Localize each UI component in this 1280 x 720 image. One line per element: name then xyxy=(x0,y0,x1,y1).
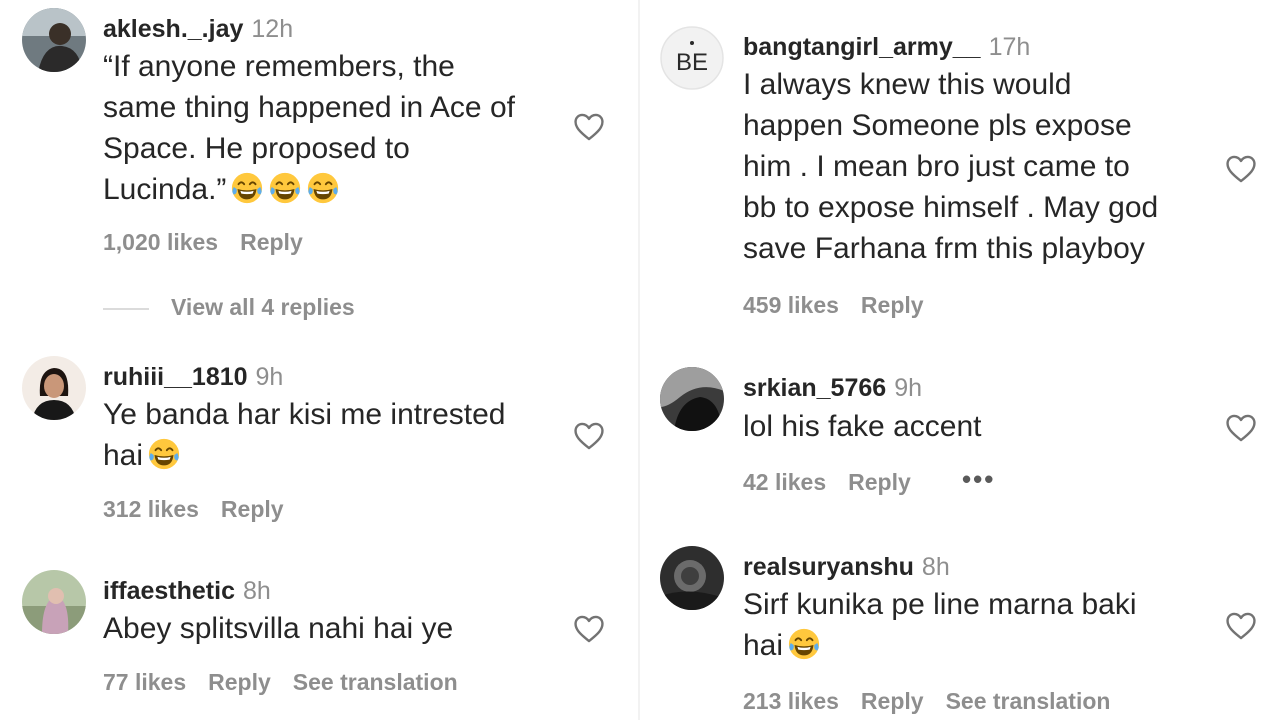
reply-button[interactable]: Reply xyxy=(221,496,284,522)
emoji-group xyxy=(783,628,821,662)
emoji-group xyxy=(226,172,340,206)
reply-button[interactable]: Reply xyxy=(848,469,911,495)
timestamp: 12h xyxy=(251,15,294,43)
likes-count[interactable]: 312 likes xyxy=(103,496,199,522)
see-translation-button[interactable]: See translation xyxy=(946,688,1111,714)
likes-count[interactable]: 459 likes xyxy=(743,292,839,318)
username[interactable]: realsuryanshu xyxy=(743,553,914,581)
reply-button[interactable]: Reply xyxy=(861,688,924,714)
laughing-tears-emoji xyxy=(148,438,180,470)
column-divider xyxy=(638,0,640,720)
laughing-tears-emoji xyxy=(270,172,301,204)
heart-icon[interactable] xyxy=(1224,411,1258,445)
more-options-icon[interactable]: ••• xyxy=(962,464,995,495)
username[interactable]: ruhiii__1810 xyxy=(103,363,248,391)
view-replies-button[interactable]: View all 4 replies xyxy=(171,294,355,321)
heart-icon[interactable] xyxy=(572,612,606,646)
username[interactable]: srkian_5766 xyxy=(743,374,886,402)
username[interactable]: aklesh._.jay xyxy=(103,15,243,43)
timestamp: 9h xyxy=(255,363,284,391)
comment-text: I always knew this would happen Someone … xyxy=(743,68,1159,265)
likes-count[interactable]: 77 likes xyxy=(103,669,186,695)
comment-text: Sirf kunika pe line marna baki hai xyxy=(743,588,1137,662)
avatar[interactable] xyxy=(22,356,86,420)
comment-text: Ye banda har kisi me intrested hai xyxy=(103,398,506,472)
laughing-tears-emoji xyxy=(232,172,263,204)
timestamp: 9h xyxy=(894,374,922,402)
avatar[interactable] xyxy=(660,546,724,610)
avatar[interactable] xyxy=(660,367,724,431)
reply-button[interactable]: Reply xyxy=(861,292,924,318)
avatar[interactable]: BE xyxy=(660,26,724,90)
avatar[interactable] xyxy=(22,570,86,634)
likes-count[interactable]: 1,020 likes xyxy=(103,229,218,255)
laughing-tears-emoji xyxy=(788,628,820,660)
emoji-group xyxy=(143,438,181,472)
reply-button[interactable]: Reply xyxy=(240,229,303,255)
heart-icon[interactable] xyxy=(572,110,606,144)
see-translation-button[interactable]: See translation xyxy=(293,669,458,695)
laughing-tears-emoji xyxy=(308,172,339,204)
comment-text: Abey splitsvilla nahi hai ye xyxy=(103,612,454,645)
reply-button[interactable]: Reply xyxy=(208,669,271,695)
heart-icon[interactable] xyxy=(572,419,606,453)
likes-count[interactable]: 42 likes xyxy=(743,469,826,495)
timestamp: 8h xyxy=(921,553,950,581)
timestamp: 17h xyxy=(988,33,1031,61)
replies-line xyxy=(103,308,149,310)
heart-icon[interactable] xyxy=(1224,609,1258,643)
username[interactable]: bangtangirl_army__ xyxy=(743,33,981,61)
username[interactable]: iffaesthetic xyxy=(103,577,235,605)
comment-text: lol his fake accent xyxy=(743,410,982,443)
avatar[interactable] xyxy=(22,8,86,72)
timestamp: 8h xyxy=(242,577,271,605)
heart-icon[interactable] xyxy=(1224,152,1258,186)
likes-count[interactable]: 213 likes xyxy=(743,688,839,714)
avatar-initials: BE xyxy=(676,49,708,76)
comment-text: “If anyone remembers, the same thing hap… xyxy=(103,50,515,206)
